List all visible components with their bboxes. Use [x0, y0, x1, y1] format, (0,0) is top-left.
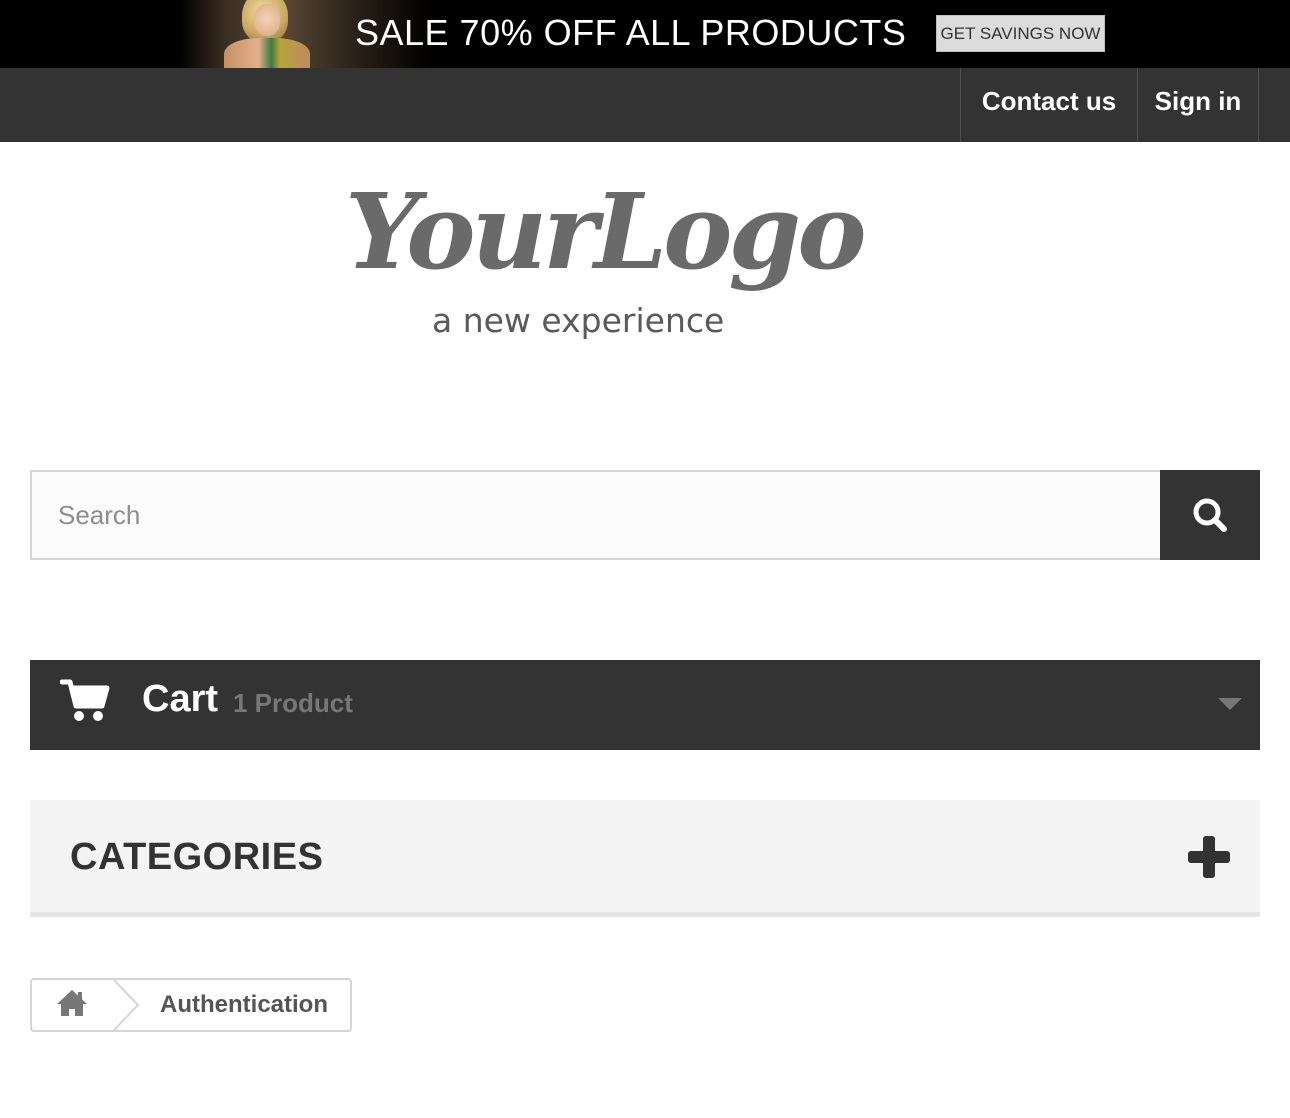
get-savings-button[interactable]: GET SAVINGS NOW [936, 15, 1105, 52]
cart-bar[interactable]: Cart 1 Product [30, 660, 1260, 750]
breadcrumb-separator [113, 980, 140, 1030]
cart-quantity: 1 Product [233, 688, 353, 718]
logo-wordmark: YourLogo [345, 170, 867, 293]
logo-tagline: a new experience [432, 301, 725, 340]
search-button[interactable] [1160, 470, 1260, 560]
cart-title: Cart [142, 678, 219, 720]
search-input[interactable] [30, 470, 1161, 560]
cart-icon [60, 679, 110, 721]
breadcrumb-home-link[interactable] [32, 980, 112, 1030]
search-icon [1193, 498, 1227, 532]
caret-down-icon[interactable] [1217, 696, 1243, 712]
contact-us-link[interactable]: Contact us [960, 68, 1137, 142]
promo-banner[interactable]: SALE 70% OFF ALL PRODUCTS GET SAVINGS NO… [0, 0, 1290, 68]
header-nav: Contact us Sign in [0, 68, 1290, 142]
home-icon [57, 990, 87, 1016]
breadcrumb: Authentication [30, 978, 352, 1032]
site-logo[interactable]: YourLogo a new experience [345, 180, 915, 355]
promo-headline: SALE 70% OFF ALL PRODUCTS [355, 12, 907, 53]
sign-in-link[interactable]: Sign in [1137, 68, 1259, 142]
categories-title: CATEGORIES [70, 836, 324, 878]
plus-icon[interactable] [1186, 834, 1232, 880]
breadcrumb-current: Authentication [160, 991, 328, 1018]
categories-block[interactable]: CATEGORIES [30, 800, 1260, 917]
search-form [30, 470, 1260, 560]
